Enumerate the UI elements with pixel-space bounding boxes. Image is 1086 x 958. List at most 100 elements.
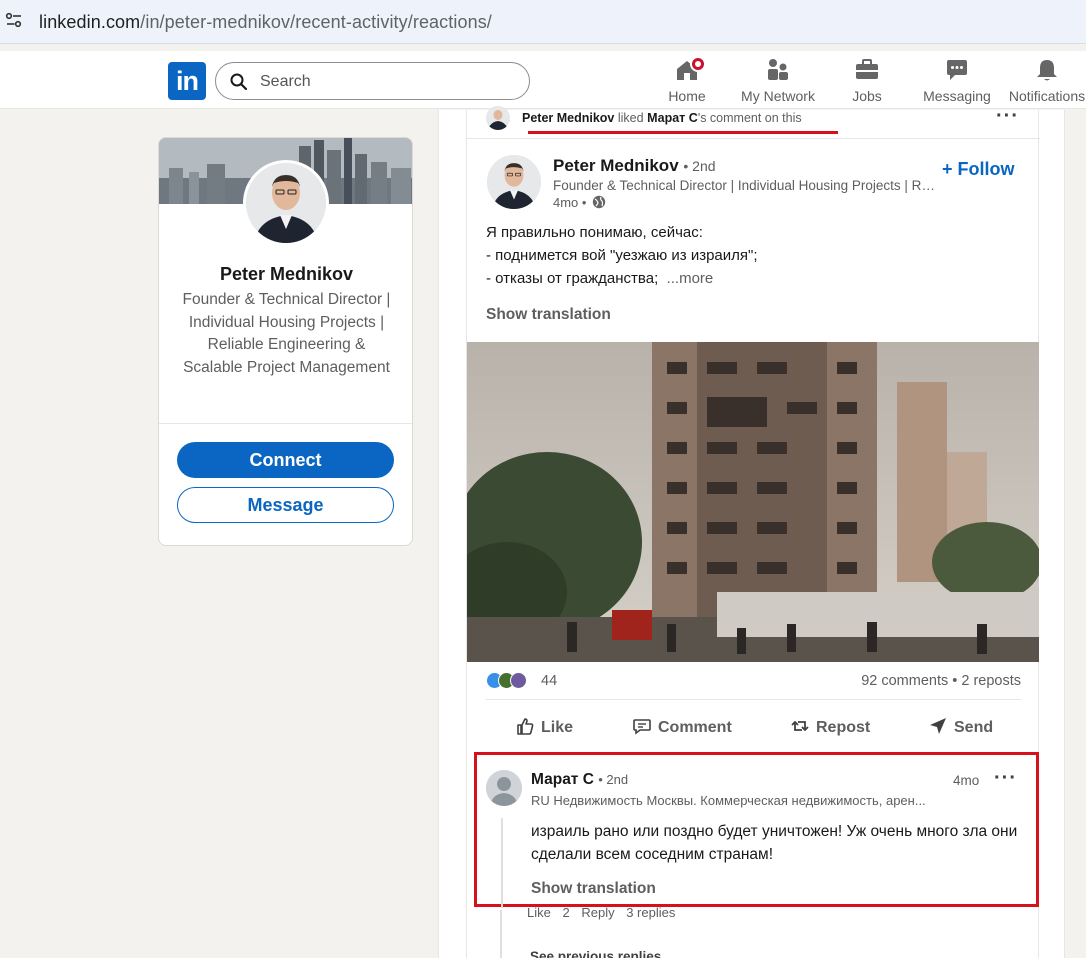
- thread-line: [500, 910, 502, 958]
- author-name[interactable]: Peter Mednikov • 2nd: [553, 156, 716, 176]
- connect-button[interactable]: Connect: [177, 442, 394, 478]
- highlight-underline: [528, 131, 838, 134]
- activity-suffix: 's comment on this: [697, 111, 802, 125]
- post-card: Peter Mednikov liked Марат С's comment o…: [466, 106, 1040, 958]
- activity-target[interactable]: Марат С: [647, 111, 698, 125]
- bell-icon: [1037, 60, 1057, 81]
- message-button[interactable]: Message: [177, 487, 394, 523]
- profile-avatar[interactable]: [243, 160, 329, 246]
- see-more-link[interactable]: ...more: [667, 270, 714, 287]
- send-label: Send: [954, 719, 994, 736]
- comment-label: Comment: [658, 719, 732, 736]
- like-button[interactable]: Like: [515, 707, 573, 749]
- activity-actor[interactable]: Peter Mednikov: [522, 111, 614, 125]
- nav-home-label: Home: [668, 88, 706, 104]
- activity-header: Peter Mednikov liked Марат С's comment o…: [467, 106, 1040, 139]
- commenter-name[interactable]: Марат С • 2nd: [531, 771, 628, 789]
- comment-text: израиль рано или поздно будет уничтожен!…: [531, 823, 1018, 863]
- reaction-count[interactable]: 44: [541, 673, 557, 689]
- comment-icon: [633, 719, 651, 735]
- nav-notifications[interactable]: Notifications: [1008, 57, 1086, 105]
- comment-more-options-icon[interactable]: ···: [994, 768, 1017, 788]
- comment-time: 4mo: [953, 773, 980, 788]
- top-nav: in Home My Network Jobs: [0, 51, 1086, 109]
- comment-like-button[interactable]: Like: [527, 905, 551, 920]
- profile-card: Peter Mednikov Founder & Technical Direc…: [158, 137, 413, 546]
- person-photo: [486, 106, 510, 130]
- people-icon: [768, 59, 788, 80]
- commenter-degree: • 2nd: [598, 772, 629, 787]
- notification-dot: [690, 56, 706, 72]
- author-name-text: Peter Mednikov: [553, 156, 679, 175]
- author-avatar[interactable]: [487, 155, 541, 209]
- activity-avatar[interactable]: [486, 106, 510, 130]
- comment-show-translation-link[interactable]: Show translation: [531, 880, 656, 898]
- search-icon: [230, 73, 248, 91]
- post-text-line: - поднимется вой "уезжаю из израиля";: [486, 247, 758, 264]
- post-text-line: Я правильно понимаю, сейчас:: [486, 224, 703, 241]
- commenter-avatar[interactable]: [486, 770, 522, 806]
- comment-replies-count[interactable]: 3 replies: [626, 905, 675, 920]
- follow-button[interactable]: + Follow: [942, 159, 1015, 180]
- comment-actions: Like 2 Reply 3 replies: [527, 905, 827, 923]
- nav-notifications-label: Notifications: [1008, 88, 1086, 104]
- post-image[interactable]: [467, 342, 1039, 662]
- activity-text: Peter Mednikov liked Марат С's comment o…: [522, 111, 802, 125]
- thumbs-up-icon: [517, 718, 534, 735]
- commenter-name-text: Марат С: [531, 771, 594, 788]
- comment-button[interactable]: Comment: [632, 707, 732, 749]
- thread-line: [501, 818, 503, 908]
- nav-home[interactable]: Home: [664, 56, 710, 105]
- post-time: 4mo •: [553, 195, 606, 210]
- browser-address-bar[interactable]: linkedin.com/in/peter-mednikov/recent-ac…: [0, 0, 1086, 44]
- nav-jobs-label: Jobs: [852, 88, 882, 104]
- repost-label: Repost: [816, 719, 871, 736]
- nav-my-network-label: My Network: [741, 88, 815, 104]
- like-label: Like: [541, 719, 574, 736]
- nav-jobs[interactable]: Jobs: [849, 57, 885, 105]
- comment-reaction-count[interactable]: 2: [562, 905, 569, 920]
- social-counts: 44 92 comments • 2 reposts: [486, 672, 1021, 692]
- more-options-icon[interactable]: ···: [996, 106, 1019, 126]
- nav-messaging[interactable]: Messaging: [922, 57, 992, 105]
- default-avatar-icon: [486, 770, 522, 806]
- damaged-building-photo: [467, 342, 1039, 662]
- post-text: Я правильно понимаю, сейчас: - подниметс…: [486, 221, 1016, 290]
- activity-verb: liked: [617, 111, 644, 125]
- url-text[interactable]: linkedin.com/in/peter-mednikov/recent-ac…: [39, 12, 492, 33]
- insightful-reaction-icon: [510, 672, 527, 689]
- profile-name[interactable]: Peter Mednikov: [159, 264, 412, 285]
- nav-my-network[interactable]: My Network: [739, 57, 817, 105]
- nav-messaging-label: Messaging: [923, 88, 991, 104]
- show-translation-link[interactable]: Show translation: [486, 306, 611, 324]
- repost-button[interactable]: Repost: [790, 707, 870, 749]
- post-time-text: 4mo •: [553, 195, 587, 210]
- comment-reply-button[interactable]: Reply: [581, 905, 614, 920]
- search-input[interactable]: [260, 70, 510, 94]
- comments-reposts-count[interactable]: 92 comments • 2 reposts: [861, 673, 1021, 689]
- post-action-bar: Like Comment Repost Send: [467, 707, 1040, 749]
- author-headline: Founder & Technical Director | Individua…: [553, 178, 938, 193]
- site-settings-icon[interactable]: [4, 10, 24, 30]
- divider: [159, 423, 412, 424]
- search-box[interactable]: [215, 62, 530, 100]
- feed-column: Peter Mednikov liked Марат С's comment o…: [438, 106, 1065, 958]
- divider: [486, 699, 1021, 700]
- post-text-line: - отказы от гражданства; ...more: [486, 267, 1016, 290]
- post-text-line-3: - отказы от гражданства;: [486, 270, 659, 287]
- see-previous-replies-link[interactable]: See previous replies: [530, 949, 661, 958]
- highlighted-comment: Марат С • 2nd 4mo ··· RU Недвижимость Мо…: [474, 752, 1039, 908]
- author-degree: • 2nd: [683, 158, 716, 174]
- linkedin-logo[interactable]: in: [168, 62, 206, 100]
- briefcase-icon: [856, 59, 878, 79]
- chat-icon: [947, 60, 967, 80]
- repost-icon: [791, 720, 809, 732]
- profile-headline: Founder & Technical Director | Individua…: [182, 291, 391, 376]
- person-photo: [246, 163, 326, 243]
- person-photo: [487, 155, 541, 209]
- send-button[interactable]: Send: [928, 707, 993, 749]
- url-path: /in/peter-mednikov/recent-activity/react…: [140, 12, 492, 32]
- commenter-headline: RU Недвижимость Москвы. Коммерческая нед…: [531, 793, 926, 808]
- url-host: linkedin.com: [39, 12, 141, 32]
- globe-icon: [592, 195, 606, 209]
